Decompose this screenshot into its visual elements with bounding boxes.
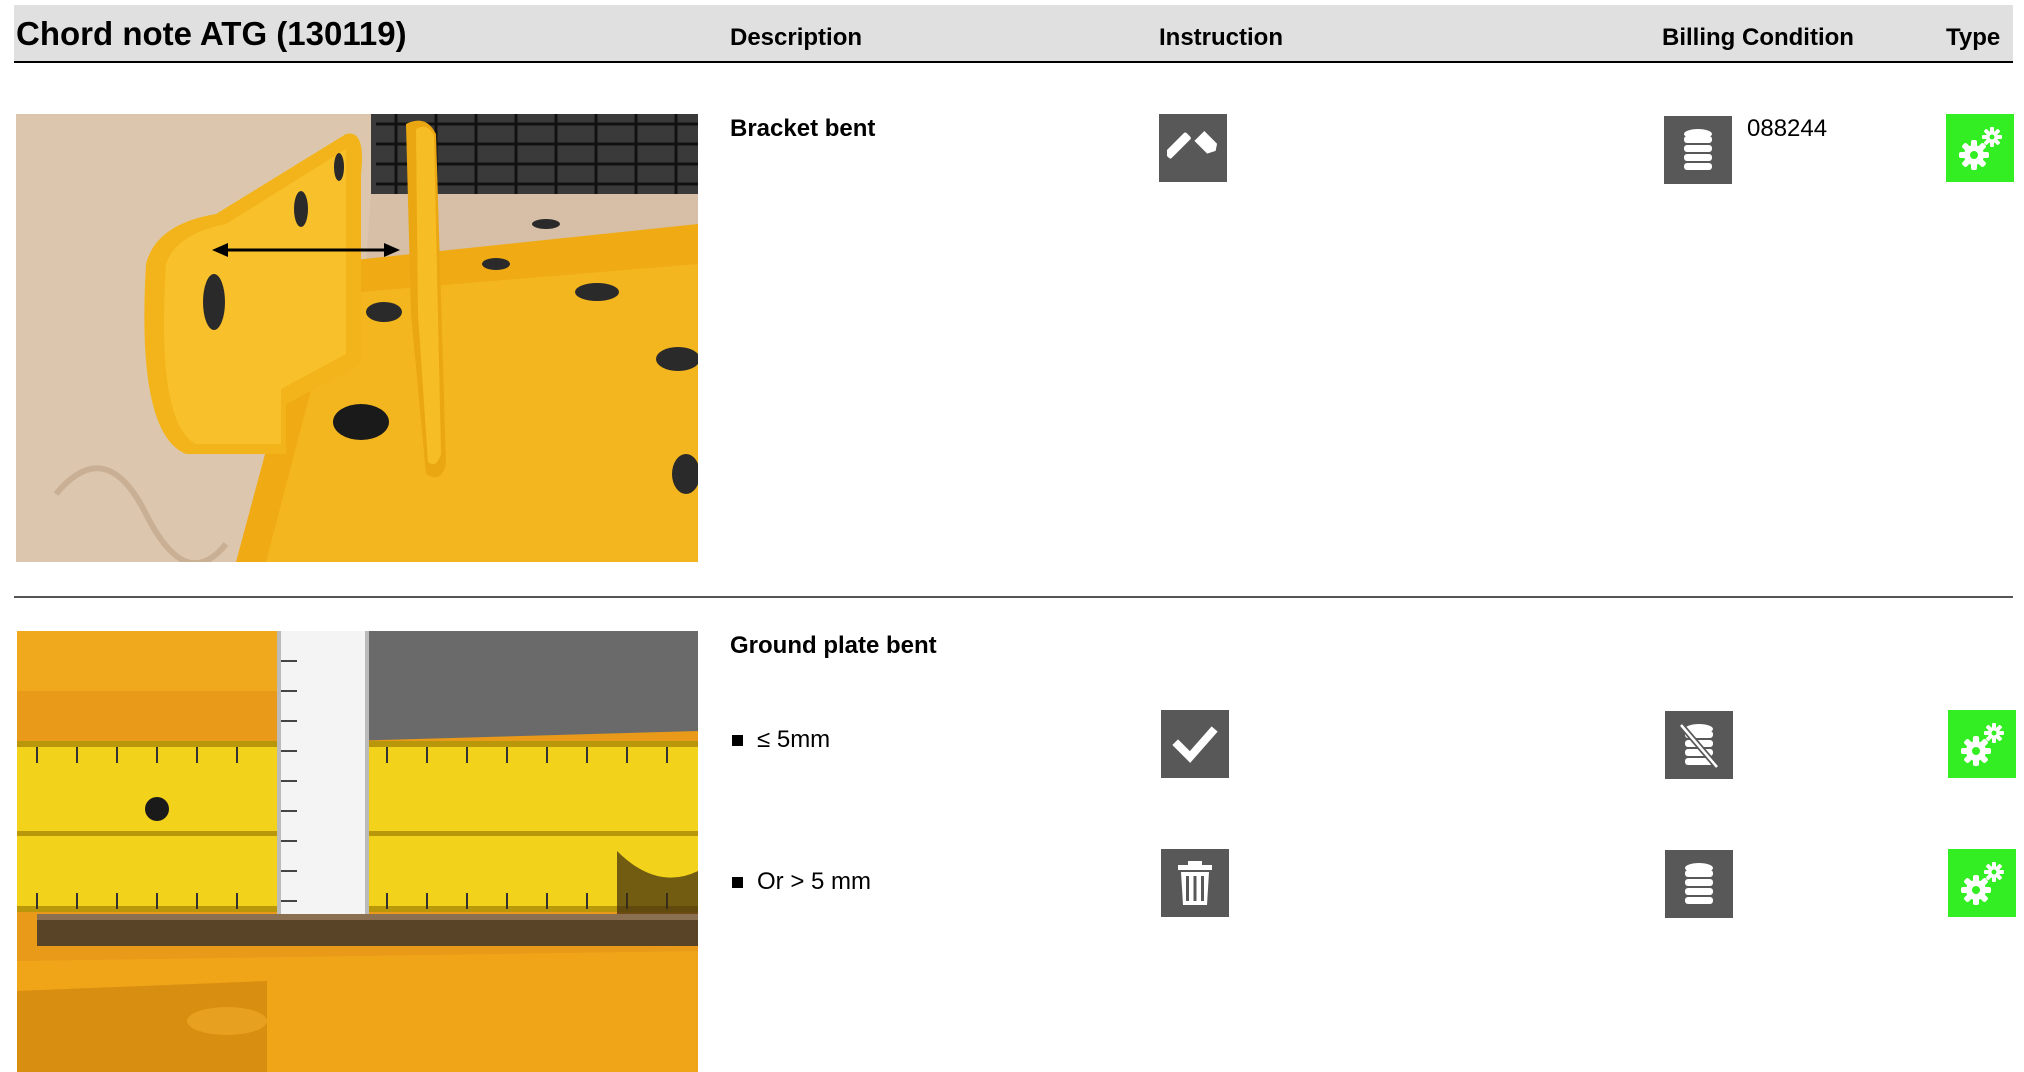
row1-description: Bracket bent (730, 115, 876, 142)
bracket-photo (16, 114, 698, 562)
gears-icon (1948, 849, 2016, 917)
page-title: Chord note ATG (130119) (16, 15, 407, 52)
coin-stack-crossed-icon (1665, 711, 1733, 779)
checkmark-icon (1161, 710, 1229, 778)
column-header-instruction: Instruction (1159, 24, 1283, 51)
column-header-type: Type (1946, 24, 2001, 51)
column-header-billing-condition: Billing Condition (1662, 24, 1854, 51)
option-item: Or > 5 mm (732, 868, 871, 896)
gears-icon (1948, 710, 2016, 778)
trash-icon (1161, 849, 1229, 917)
option-label: Or > 5 mm (757, 868, 872, 895)
coin-stack-icon (1664, 116, 1732, 184)
bullet-marker (732, 734, 743, 746)
billing-code: 088244 (1747, 115, 1828, 142)
gears-icon (1946, 114, 2014, 182)
column-header-description: Description (730, 24, 863, 51)
row2-description: Ground plate bent (730, 632, 937, 659)
bullet-marker (732, 876, 743, 888)
option-label: ≤ 5mm (757, 726, 831, 753)
option-item: ≤ 5mm (732, 726, 830, 754)
table-header: Chord note ATG (130119) Description Inst… (14, 5, 2013, 63)
hammer-icon (1159, 114, 1227, 182)
ground-plate-photo (17, 631, 698, 1072)
coin-stack-icon (1665, 850, 1733, 918)
row-divider (14, 596, 2013, 598)
